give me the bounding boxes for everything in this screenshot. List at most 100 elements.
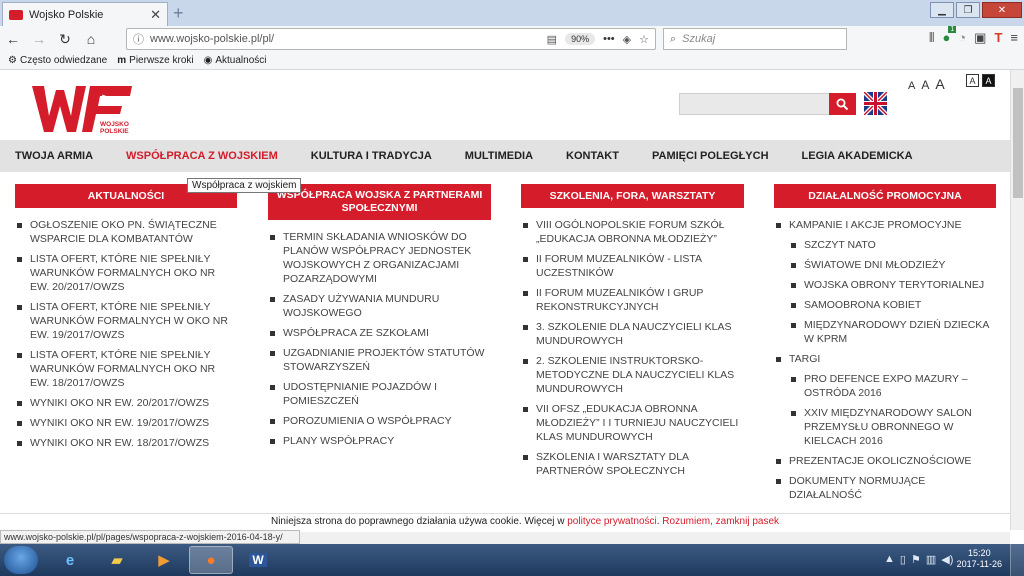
tab-close-icon[interactable]: ✕ (150, 7, 161, 23)
account-icon[interactable]: ◔ (958, 30, 966, 46)
font-large-button[interactable]: A (935, 76, 944, 92)
tray-volume-icon[interactable]: ◀) (941, 553, 953, 566)
column-heading[interactable]: Szkolenia, fora, warsztaty (521, 184, 744, 208)
list-item[interactable]: VII OFSZ „Edukacja Obronna Młodzieży” i … (521, 402, 744, 444)
cookie-close-link[interactable]: Rozumiem, zamknij pasek (662, 516, 779, 527)
list-item[interactable]: Szczyt NATO (789, 238, 996, 252)
forward-icon[interactable]: → (26, 31, 52, 47)
taskbar-ie-icon[interactable]: e (48, 546, 92, 574)
taskbar-media-icon[interactable]: ▶ (142, 546, 186, 574)
column-heading[interactable]: Działalność promocyjna (774, 184, 996, 208)
list-item[interactable]: Wyniki OKO nr ew. 20/2017/OWZS (15, 396, 237, 410)
column-szkolenia: Szkolenia, fora, warsztaty VIII Ogólnopo… (521, 184, 744, 484)
nav-legia-akademicka[interactable]: Legia Akademicka (802, 150, 913, 162)
list-item[interactable]: Współpraca ze szkołami (268, 326, 491, 340)
browser-search-input[interactable]: ⌕ Szukaj (663, 28, 847, 50)
start-button[interactable] (4, 546, 38, 574)
bookmark-item[interactable]: ⚙ Często odwiedzane (8, 55, 107, 66)
back-icon[interactable]: ← (0, 31, 26, 47)
reader-icon[interactable]: ▤ (547, 33, 557, 46)
nav-wspolpraca-z-wojskiem[interactable]: Współpraca z wojskiem (126, 150, 278, 162)
list-item[interactable]: Dokumenty normujące działalność (774, 474, 996, 502)
list-item[interactable]: XXIV Międzynarodowy Salon Przemysłu Obro… (789, 406, 996, 448)
home-icon[interactable]: ⌂ (78, 31, 104, 47)
address-bar[interactable]: ⓘ www.wojsko-polskie.pl/pl/ ▤ 90% ••• ◈ … (126, 28, 656, 50)
privacy-policy-link[interactable]: polityce prywatności (567, 516, 656, 527)
bookmark-item[interactable]: ◉ Aktualności (204, 55, 267, 66)
taskbar-explorer-icon[interactable]: ▰ (95, 546, 139, 574)
extension-icon[interactable]: ● 1 (942, 26, 957, 46)
horizontal-scrollbar[interactable] (300, 532, 1010, 544)
info-icon[interactable]: ⓘ (133, 31, 144, 47)
tab-title: Wojsko Polskie (29, 8, 104, 21)
list-item[interactable]: Porozumienia o współpracy (268, 414, 491, 428)
list-item[interactable]: Uzgadnianie projektów statutów stowarzys… (268, 346, 491, 374)
nav-kontakt[interactable]: Kontakt (566, 150, 619, 162)
show-desktop-button[interactable] (1010, 544, 1024, 576)
list-item[interactable]: Światowe Dni Młodzieży (789, 258, 996, 272)
list-item[interactable]: Zasady używania munduru wojskowego (268, 292, 491, 320)
list-item[interactable]: Międzynarodowy Dzień Dziecka w KPRM (789, 318, 996, 346)
zoom-level[interactable]: 90% (565, 33, 596, 45)
new-tab-button[interactable]: + (173, 3, 184, 24)
scrollbar-thumb[interactable] (1013, 88, 1023, 198)
menu-icon[interactable]: ≡ (1010, 30, 1018, 46)
tray-network-icon[interactable]: ▥ (926, 553, 936, 566)
list-item[interactable]: Prezentacje okolicznościowe (774, 454, 996, 468)
search-placeholder: Szukaj (682, 33, 716, 45)
uk-flag-icon[interactable] (864, 92, 887, 115)
sidebar-icon[interactable]: ▣ (974, 30, 986, 46)
list-item[interactable]: Lista ofert, które nie spełniły warunków… (15, 348, 237, 390)
nav-multimedia[interactable]: Multimedia (465, 150, 533, 162)
list-item[interactable]: VIII Ogólnopolskie Forum Szkół „Edukacja… (521, 218, 744, 246)
font-small-button[interactable]: A (908, 80, 915, 92)
vertical-scrollbar[interactable] (1010, 70, 1024, 530)
list-item[interactable]: Termin składania wniosków do planów wspó… (268, 230, 491, 286)
list-item[interactable]: II Forum Muzealników i Grup Rekonstrukcy… (521, 286, 744, 314)
site-search-button[interactable] (829, 93, 856, 115)
list-item[interactable]: II Forum Muzealników - lista uczestników (521, 252, 744, 280)
contrast-high-button[interactable]: A (982, 74, 995, 87)
column-aktualnosci: Aktualności Ogłoszenie OKO pn. Świąteczn… (15, 184, 237, 456)
font-medium-button[interactable]: A (921, 78, 929, 92)
list-item[interactable]: Samoobrona kobiet (789, 298, 996, 312)
reload-icon[interactable]: ↻ (52, 31, 78, 48)
maximize-button[interactable]: ❐ (956, 2, 980, 18)
clock[interactable]: 15:20 2017-11-26 (957, 548, 1002, 570)
nav-twoja-armia[interactable]: Twoja armia (15, 150, 93, 162)
list-item[interactable]: Plany współpracy (268, 434, 491, 448)
contrast-switcher: A A (966, 74, 995, 87)
translate-icon[interactable]: T (994, 30, 1002, 46)
minimize-button[interactable]: ▁ (930, 2, 954, 18)
taskbar-firefox-icon[interactable]: ● (189, 546, 233, 574)
browser-tab[interactable]: Wojsko Polskie ✕ (2, 2, 168, 26)
bookmark-item[interactable]: m Pierwsze kroki (117, 55, 193, 66)
tray-arrow-icon[interactable]: ▲ (884, 553, 895, 566)
list-item[interactable]: Ogłoszenie OKO pn. Świąteczne wsparcie d… (15, 218, 237, 246)
list-item[interactable]: Wyniki OKO nr ew. 18/2017/OWZS (15, 436, 237, 450)
nav-kultura-i-tradycja[interactable]: Kultura i tradycja (311, 150, 432, 162)
nav-pamieci-poleglych[interactable]: Pamięci poległych (652, 150, 769, 162)
library-icon[interactable]: ⫴ (929, 30, 934, 46)
site-logo[interactable]: WOJSKO POLSKIE (30, 80, 134, 138)
list-item[interactable]: 2. Szkolenie instruktorsko-metodyczne dl… (521, 354, 744, 396)
close-window-button[interactable]: ✕ (982, 2, 1022, 18)
list-item[interactable]: Kampanie i akcje promocyjne (774, 218, 996, 232)
contrast-normal-button[interactable]: A (966, 74, 979, 87)
list-item[interactable]: 3. Szkolenie dla nauczycieli klas mundur… (521, 320, 744, 348)
list-item[interactable]: Wojska Obrony Terytorialnej (789, 278, 996, 292)
tray-device-icon[interactable]: ▯ (900, 553, 906, 566)
font-size-switcher: A A A (908, 76, 945, 92)
page-actions-icon[interactable]: ••• (603, 33, 615, 45)
list-item[interactable]: Lista ofert, które nie spełniły warunków… (15, 300, 237, 342)
list-item[interactable]: Wyniki OKO nr ew. 19/2017/OWZS (15, 416, 237, 430)
list-item[interactable]: Targi (774, 352, 996, 366)
bookmark-star-icon[interactable]: ☆ (639, 33, 649, 46)
taskbar-word-icon[interactable]: W (236, 546, 280, 574)
list-item[interactable]: Udostępnianie pojazdów i pomieszczeń (268, 380, 491, 408)
tray-flag-icon[interactable]: ⚑ (911, 553, 921, 566)
list-item[interactable]: Szkolenia i warsztaty dla partnerów społ… (521, 450, 744, 478)
pocket-icon[interactable]: ◈ (623, 33, 631, 46)
list-item[interactable]: Pro Defence Expo Mazury – Ostróda 2016 (789, 372, 996, 400)
list-item[interactable]: Lista ofert, które nie spełniły warunków… (15, 252, 237, 294)
